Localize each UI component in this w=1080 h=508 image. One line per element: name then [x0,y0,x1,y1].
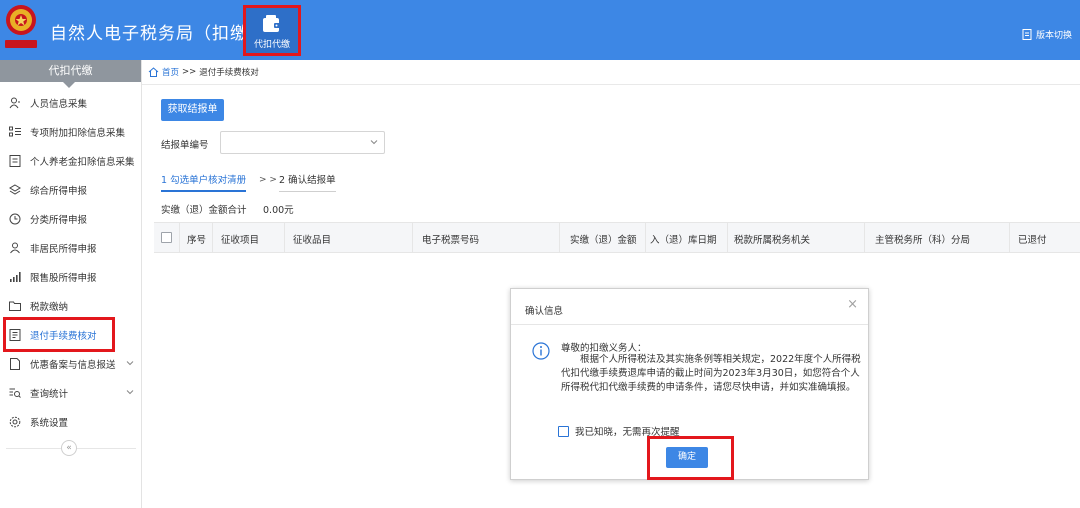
dialog-title: 确认信息 [525,306,564,317]
sidebar-item-nonresident-income[interactable]: 非居民所得申报 [0,234,142,262]
column-header: 已退付 [1018,235,1047,246]
sidebar-item-label: 限售股所得申报 [30,273,97,284]
column-divider [645,223,646,252]
column-header: 征收项目 [221,235,260,246]
sidebar-item-label: 人员信息采集 [30,99,88,110]
search-list-icon [9,388,21,398]
report-no-label: 结报单编号 [161,140,209,151]
list-icon [9,126,21,137]
gear-icon [9,416,21,428]
highlight-box-menu [3,317,115,352]
sidebar-title: 代扣代缴 [0,60,141,88]
column-divider [559,223,560,252]
version-switch[interactable]: 版本切换 [1022,28,1072,41]
version-switch-label: 版本切换 [1035,31,1072,41]
sidebar-item-label: 查询统计 [30,389,69,400]
dialog-greeting: 尊敬的扣缴义务人： [561,343,647,354]
column-divider [412,223,413,252]
dialog-message: 根据个人所得税法及其实施条例等相关规定，2022年度个人所得税代扣代缴手续费退库… [561,354,861,393]
chevron-down-icon [126,390,134,395]
sidebar-item-label: 系统设置 [30,418,69,429]
top-tab-withholding[interactable]: 代扣代缴 [243,5,301,56]
table-header: 序号 征收项目 征收品目 电子税票号码 实缴（退）金额 入（退）库日期 税款所属… [154,222,1080,253]
top-header: 自然人电子税务局（扣缴端） 代扣代缴 版本切换 [0,0,1080,60]
column-divider [727,223,728,252]
user-alt-icon [10,242,20,254]
dialog-divider [511,324,868,325]
column-divider [864,223,865,252]
column-header: 序号 [187,235,207,246]
column-header: 入（退）库日期 [650,235,717,246]
column-divider [284,223,285,252]
column-header: 电子税票号码 [422,235,480,246]
breadcrumb-current: 退付手续费核对 [199,68,259,78]
step-tab-2[interactable]: 2 确认结报单 [279,172,336,192]
document-icon [1022,29,1032,40]
sidebar-item-tax-payment[interactable]: 税款缴纳 [0,292,142,320]
sidebar-item-label: 税款缴纳 [30,302,69,313]
chevron-down-icon [126,361,134,366]
home-icon [148,67,159,77]
sidebar-item-restricted-shares[interactable]: 限售股所得申报 [0,263,142,291]
sidebar-item-label: 个人养老金扣除信息采集 [30,157,135,168]
report-no-select[interactable] [220,131,385,154]
sidebar-item-personnel-info[interactable]: 人员信息采集 [0,89,142,117]
fetch-report-button[interactable]: 获取结报单 [161,99,224,121]
sidebar-item-query-stats[interactable]: 查询统计 [0,379,142,407]
sidebar-item-label: 非居民所得申报 [30,244,97,255]
sidebar-item-system-settings[interactable]: 系统设置 [0,408,142,436]
clock-icon [9,213,21,225]
sidebar-item-comprehensive-income[interactable]: 综合所得申报 [0,176,142,204]
breadcrumb-home[interactable]: 首页 [162,66,179,78]
sidebar-item-preferential-filing[interactable]: 优惠备案与信息报送 [0,350,142,378]
sidebar-item-pension-deduction[interactable]: 个人养老金扣除信息采集 [0,147,142,175]
tax-emblem-logo [5,5,37,48]
sidebar-item-classified-income[interactable]: 分类所得申报 [0,205,142,233]
step-tab-1[interactable]: 1 勾选单户核对清册 [161,172,247,192]
file-icon [10,358,20,370]
info-icon [532,342,550,360]
folder-icon [9,301,21,311]
chevron-down-icon [370,140,378,145]
document-icon [9,155,21,167]
column-header: 主管税务所（科）分局 [875,235,971,246]
bar-signal-icon [10,272,21,282]
sidebar-collapse-button[interactable]: « [61,440,77,456]
sidebar-item-special-deduction[interactable]: 专项附加扣除信息采集 [0,118,142,146]
sidebar-item-label: 分类所得申报 [30,215,88,226]
dont-remind-checkbox[interactable] [558,425,569,437]
column-header: 税款所属税务机关 [734,235,811,246]
layers-icon [9,184,21,195]
sidebar-item-label: 优惠备案与信息报送 [30,360,116,371]
wallet-icon [263,15,280,32]
highlight-box-confirm [647,436,734,480]
column-header: 征收品目 [293,235,332,246]
person-icon [9,97,20,109]
sidebar-item-label: 专项附加扣除信息采集 [30,128,126,139]
step-separator: > > [259,175,277,185]
column-divider [1009,223,1010,252]
breadcrumb-divider [142,84,1080,85]
total-amount-label: 实缴（退）金额合计 [161,205,247,216]
total-amount-value: 0.00元 [263,205,294,216]
select-all-checkbox[interactable] [161,232,172,243]
column-header: 实缴（退）金额 [570,235,637,246]
breadcrumb-separator: >> [182,67,197,77]
column-divider [179,223,180,252]
top-tab-label: 代扣代缴 [253,40,290,50]
breadcrumb: 首页 >> 退付手续费核对 [148,66,259,78]
close-icon[interactable]: × [847,297,858,312]
sidebar-item-label: 综合所得申报 [30,186,88,197]
column-divider [212,223,213,252]
